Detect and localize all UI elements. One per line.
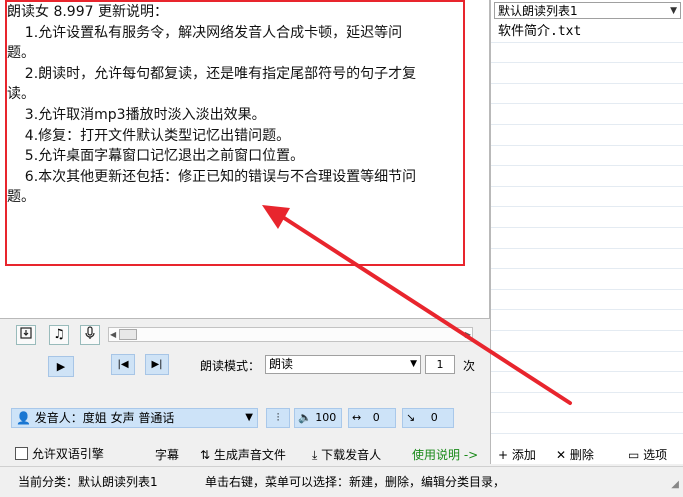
- annotation-arrow: [262, 205, 572, 405]
